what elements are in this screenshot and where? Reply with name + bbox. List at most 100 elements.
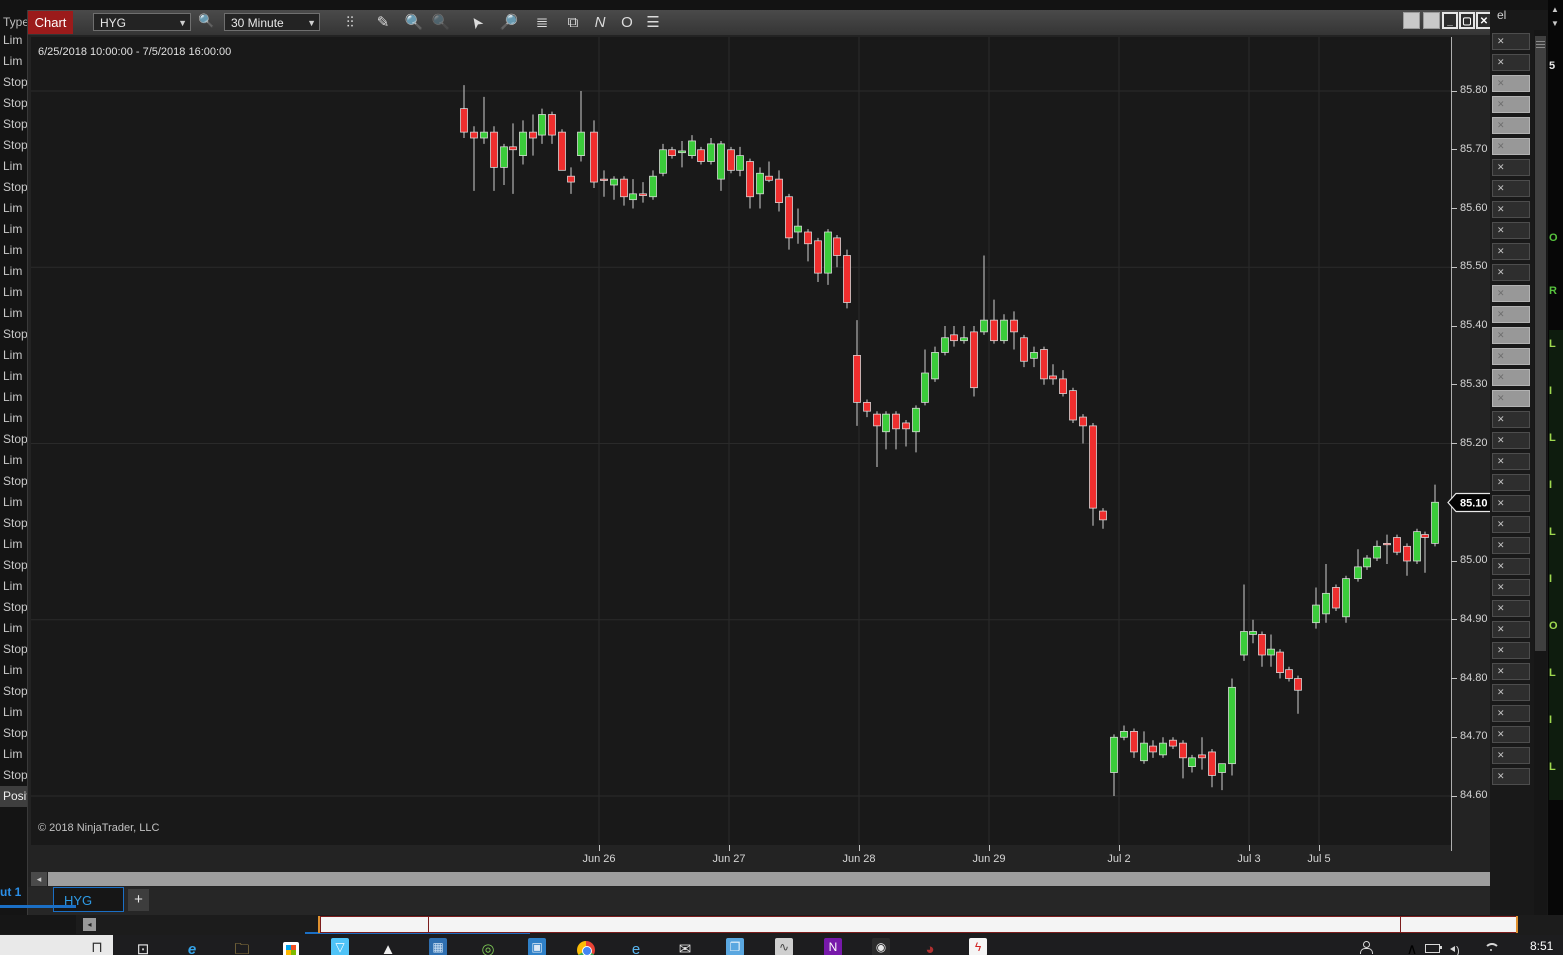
cancel-order-button[interactable]: ✕ xyxy=(1492,180,1530,197)
scroll-up-icon[interactable]: ▲ xyxy=(1551,5,1559,14)
cancel-order-button[interactable]: ✕ xyxy=(1492,453,1530,470)
mail-icon[interactable]: ✉ xyxy=(673,939,697,955)
taskbar-clock[interactable]: 8:51 xyxy=(1530,939,1553,953)
zoom-out-icon[interactable]: 🔍 xyxy=(428,11,454,34)
cancel-order-button[interactable]: ✕ xyxy=(1492,768,1530,785)
candlestick-plot[interactable] xyxy=(31,37,1451,845)
cancel-order-button[interactable]: ✕ xyxy=(1492,411,1530,428)
cancel-order-button[interactable]: ✕ xyxy=(1492,747,1530,764)
cancel-order-button[interactable]: ✕ xyxy=(1492,348,1530,365)
ellipse-tool-icon[interactable]: O xyxy=(614,11,640,34)
cancel-order-button[interactable]: ✕ xyxy=(1492,663,1530,680)
cancel-order-button[interactable]: ✕ xyxy=(1492,495,1530,512)
file-explorer-icon[interactable]: 🗀 xyxy=(230,939,254,955)
order-row-type[interactable]: Lim xyxy=(0,282,27,303)
blue-tile-icon[interactable]: ▣ xyxy=(528,938,546,955)
cancel-order-button[interactable]: ✕ xyxy=(1492,264,1530,281)
orders-type-column[interactable]: Type Lim Lim Stop Stop Stop Stop Lim Stop Lim Lim L… xyxy=(0,10,27,935)
app-blue-v-icon[interactable]: ▽ xyxy=(331,938,349,955)
people-icon[interactable] xyxy=(1360,941,1384,955)
cancel-order-button[interactable]: ✕ xyxy=(1492,138,1530,155)
order-row-type[interactable]: Lim xyxy=(0,534,27,555)
scrollbar-thumb[interactable] xyxy=(48,872,1491,886)
order-row-type[interactable]: Lim xyxy=(0,408,27,429)
tab-hyg[interactable]: HYG xyxy=(53,887,124,912)
onenote-icon[interactable]: N xyxy=(824,938,842,955)
speaker-icon[interactable] xyxy=(1450,940,1474,955)
order-row-type[interactable]: Stop xyxy=(0,639,27,660)
selected-order-row[interactable]: Posit xyxy=(0,786,27,807)
line-tool-icon[interactable]: N xyxy=(587,11,613,34)
order-row-type[interactable]: Lim xyxy=(0,156,27,177)
horizontal-scrollbar[interactable]: ◂ xyxy=(31,872,1491,886)
order-row-type[interactable]: Lim xyxy=(0,576,27,597)
instrument-search-icon[interactable]: 🔍 xyxy=(198,13,214,29)
blue-window-icon[interactable]: ❐ xyxy=(726,938,744,955)
cancel-order-button[interactable]: ✕ xyxy=(1492,516,1530,533)
order-row-type[interactable]: Stop xyxy=(0,513,27,534)
minimize-button[interactable]: _ xyxy=(1442,12,1458,29)
order-row-type[interactable]: Stop xyxy=(0,723,27,744)
cancel-order-button[interactable]: ✕ xyxy=(1492,432,1530,449)
cancel-order-button[interactable]: ✕ xyxy=(1492,684,1530,701)
cancel-order-button[interactable]: ✕ xyxy=(1492,222,1530,239)
cancel-order-button[interactable]: ✕ xyxy=(1492,705,1530,722)
order-row-type[interactable]: Stop xyxy=(0,177,27,198)
order-row-type[interactable]: Lim xyxy=(0,618,27,639)
cancel-order-button[interactable]: ✕ xyxy=(1492,600,1530,617)
edge-icon[interactable]: e xyxy=(180,939,204,955)
cancel-order-button[interactable]: ✕ xyxy=(1492,243,1530,260)
photos-app-icon[interactable]: ∿ xyxy=(775,938,793,955)
order-row-type[interactable]: Stop xyxy=(0,555,27,576)
scroll-down-icon[interactable]: ▼ xyxy=(1551,19,1559,28)
order-row-type[interactable]: Lim xyxy=(0,660,27,681)
order-row-type[interactable]: Stop xyxy=(0,324,27,345)
chart-window-tab[interactable]: Chart xyxy=(28,11,73,34)
draw-icon[interactable]: ✎ xyxy=(370,11,396,34)
order-row-type[interactable]: Stop xyxy=(0,72,27,93)
green-ring-icon[interactable]: ◎ xyxy=(476,939,500,955)
wifi-icon[interactable] xyxy=(1484,941,1508,955)
red-bolt-icon[interactable]: ϟ xyxy=(969,938,987,955)
tray-chevron-icon[interactable]: ∧ xyxy=(1400,939,1424,955)
store-icon[interactable] xyxy=(279,939,303,955)
order-row-type[interactable]: Stop xyxy=(0,597,27,618)
order-row-type[interactable]: Stop xyxy=(0,765,27,786)
cancel-order-button[interactable]: ✕ xyxy=(1492,621,1530,638)
order-row-type[interactable]: Lim xyxy=(0,345,27,366)
internet-explorer-icon[interactable]: e xyxy=(624,939,648,955)
order-row-type[interactable]: Stop xyxy=(0,471,27,492)
cancel-order-button[interactable]: ✕ xyxy=(1492,75,1530,92)
battery-icon[interactable] xyxy=(1425,941,1449,955)
window-button[interactable] xyxy=(1423,12,1440,29)
order-row-type[interactable]: Lim xyxy=(0,261,27,282)
properties-icon[interactable]: ☰ xyxy=(640,11,666,34)
order-row-type[interactable]: Lim xyxy=(0,240,27,261)
cancel-order-button[interactable]: ✕ xyxy=(1492,285,1530,302)
order-row-type[interactable]: Lim xyxy=(0,387,27,408)
cancel-order-button[interactable]: ✕ xyxy=(1492,117,1530,134)
cancel-order-button[interactable]: ✕ xyxy=(1492,390,1530,407)
cancel-order-button[interactable]: ✕ xyxy=(1492,369,1530,386)
chart-plot-area[interactable]: 6/25/2018 10:00:00 - 7/5/2018 16:00:00 ©… xyxy=(31,37,1451,845)
interval-combo[interactable]: 30 Minute ▼ xyxy=(224,13,320,31)
scroll-left-button[interactable]: ◂ xyxy=(31,872,47,886)
order-row-type[interactable]: Lim xyxy=(0,51,27,72)
price-axis[interactable]: 85.80 85.70 85.60 85.50 85.40 85.30 85.20 85.00… xyxy=(1451,37,1491,851)
order-row-type[interactable]: Lim xyxy=(0,303,27,324)
maximize-button[interactable]: ▢ xyxy=(1459,12,1475,29)
date-axis[interactable]: Jun 26 Jun 27 Jun 28 Jun 29 Jul 2 Jul 3 Jul 5 xyxy=(28,845,1451,871)
order-row-type[interactable]: Lim xyxy=(0,366,27,387)
cancel-order-button[interactable]: ✕ xyxy=(1492,201,1530,218)
cancel-order-button[interactable]: ✕ xyxy=(1492,327,1530,344)
chart-style-icon[interactable]: ⫶⫶ xyxy=(337,11,363,34)
order-row-type[interactable]: Lim xyxy=(0,702,27,723)
order-row-type[interactable]: Stop xyxy=(0,429,27,450)
order-row-type[interactable]: Lim xyxy=(0,492,27,513)
cancel-order-button[interactable]: ✕ xyxy=(1492,474,1530,491)
cancel-order-button[interactable]: ✕ xyxy=(1492,54,1530,71)
order-row-type[interactable]: Stop xyxy=(0,93,27,114)
instrument-combo[interactable]: HYG ▼ xyxy=(93,13,191,31)
framed-app-icon[interactable]: ▦ xyxy=(429,938,447,955)
order-row-type[interactable]: Stop xyxy=(0,114,27,135)
